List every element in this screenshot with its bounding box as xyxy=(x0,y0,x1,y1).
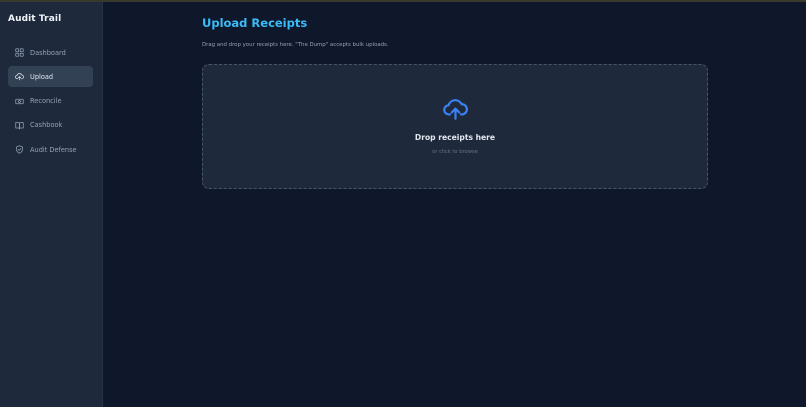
receipt-dropzone[interactable]: Drop receipts here or click to browse xyxy=(202,64,708,189)
sidebar-item-audit-defense[interactable]: Audit Defense xyxy=(8,139,93,160)
shield-icon xyxy=(14,145,24,155)
app-root: Audit Trail Dashboard Upload Reconcile C… xyxy=(0,2,806,407)
sidebar-item-label: Upload xyxy=(30,72,54,81)
dropzone-hint[interactable]: or click to browse xyxy=(203,149,707,155)
page-subtitle: Drag and drop your receipts here. "The D… xyxy=(202,42,389,48)
sidebar-item-label: Audit Defense xyxy=(30,145,77,154)
sidebar-nav: Dashboard Upload Reconcile Cashbook Audi… xyxy=(8,42,93,163)
app-title: Audit Trail xyxy=(8,14,62,24)
cloud-upload-icon xyxy=(14,72,24,82)
cloud-upload-icon xyxy=(443,99,468,120)
main-content: Upload Receipts Drag and drop your recei… xyxy=(103,2,806,407)
sidebar-item-cashbook[interactable]: Cashbook xyxy=(8,115,93,136)
dashboard-icon xyxy=(14,48,24,58)
sidebar-item-dashboard[interactable]: Dashboard xyxy=(8,42,93,63)
sidebar: Audit Trail Dashboard Upload Reconcile C… xyxy=(0,2,103,407)
dropzone-title: Drop receipts here xyxy=(414,133,496,142)
page-title: Upload Receipts xyxy=(202,16,308,30)
sidebar-item-label: Reconcile xyxy=(30,97,62,106)
sidebar-item-label: Dashboard xyxy=(30,48,66,57)
book-icon xyxy=(14,120,24,130)
sidebar-item-reconcile[interactable]: Reconcile xyxy=(8,91,93,112)
sidebar-item-label: Cashbook xyxy=(30,121,63,130)
reconcile-icon xyxy=(14,96,24,106)
sidebar-item-upload[interactable]: Upload xyxy=(8,66,93,88)
